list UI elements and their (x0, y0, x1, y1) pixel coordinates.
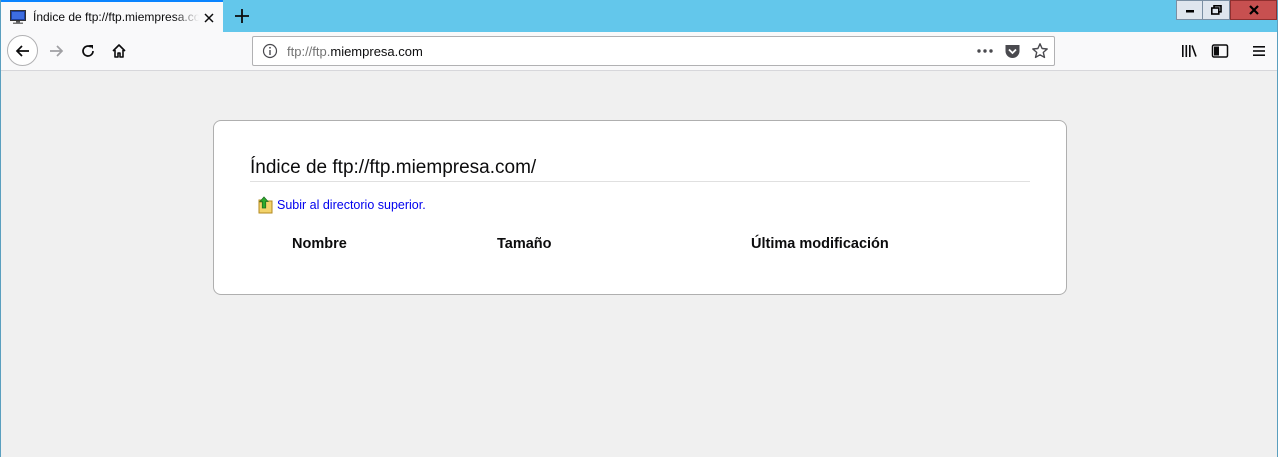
arrow-left-icon (15, 44, 29, 57)
close-window-button[interactable] (1230, 0, 1277, 20)
column-header-modified[interactable]: Última modificación (751, 236, 889, 252)
bookmark-star-icon[interactable] (1031, 42, 1049, 60)
folder-up-icon (258, 196, 274, 214)
url-text[interactable]: ftp://ftp.miempresa.com (287, 44, 423, 59)
column-header-name[interactable]: Nombre (292, 236, 347, 252)
tab-title: Índice de ftp://ftp.miempresa.com/ (33, 10, 199, 24)
hamburger-menu-icon[interactable] (1249, 41, 1269, 61)
parent-directory-label: Subir al directorio superior. (277, 198, 426, 212)
close-tab-icon[interactable] (201, 10, 217, 26)
navigation-bar: ftp://ftp.miempresa.com (1, 32, 1277, 71)
browser-window: Índice de ftp://ftp.miempresa.com/ ftp:/… (0, 0, 1278, 457)
column-header-size[interactable]: Tamaño (497, 236, 552, 252)
minimize-button[interactable] (1176, 0, 1203, 20)
reload-button[interactable] (73, 36, 103, 66)
tab-ftp-index[interactable]: Índice de ftp://ftp.miempresa.com/ (1, 0, 223, 32)
directory-listing-card: Índice de ftp://ftp.miempresa.com/ Subir… (213, 120, 1067, 295)
parent-directory-link[interactable]: Subir al directorio superior. (258, 196, 426, 214)
pocket-icon[interactable] (1004, 43, 1021, 60)
url-scheme: ftp://ftp. (287, 44, 331, 59)
monitor-icon (10, 10, 26, 24)
restore-button[interactable] (1203, 0, 1230, 20)
home-button[interactable] (104, 36, 134, 66)
page-content: Índice de ftp://ftp.miempresa.com/ Subir… (1, 72, 1277, 457)
forward-button[interactable] (41, 36, 71, 66)
info-icon[interactable] (262, 43, 278, 59)
page-actions-icon[interactable] (975, 43, 995, 59)
new-tab-icon[interactable] (231, 5, 253, 27)
arrow-right-icon (50, 45, 64, 57)
url-bar[interactable]: ftp://ftp.miempresa.com (252, 36, 1055, 66)
home-icon (112, 44, 126, 58)
library-icon[interactable] (1179, 41, 1199, 61)
page-title: Índice de ftp://ftp.miempresa.com/ (250, 157, 1030, 182)
back-button[interactable] (7, 35, 38, 66)
reload-icon (82, 45, 94, 57)
tab-bar: Índice de ftp://ftp.miempresa.com/ (1, 0, 1277, 32)
sidebar-icon[interactable] (1210, 41, 1230, 61)
url-host: miempresa.com (330, 44, 423, 59)
